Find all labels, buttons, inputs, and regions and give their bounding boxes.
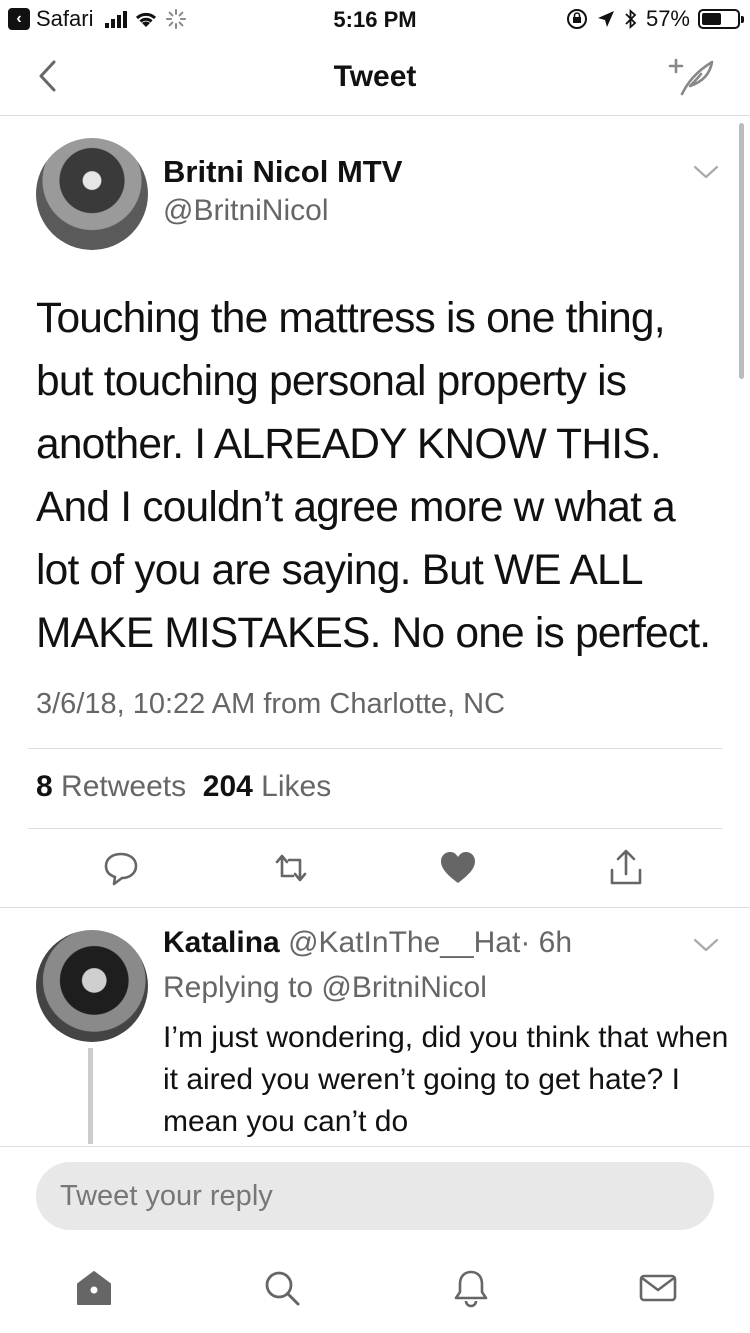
status-bar: ‹ Safari 5:16 PM 57% xyxy=(0,0,750,40)
divider xyxy=(28,748,722,749)
likes-label: Likes xyxy=(261,770,332,803)
battery-percent: 57% xyxy=(645,6,690,31)
section-separator xyxy=(0,907,750,908)
chevron-down-icon[interactable] xyxy=(692,162,720,182)
thread-line xyxy=(88,1048,93,1144)
status-right: 57% xyxy=(566,6,744,32)
retweets-stat[interactable]: 8 Retweets xyxy=(36,770,186,803)
replying-to[interactable]: Replying to @BritniNicol xyxy=(163,971,487,1005)
battery-icon xyxy=(698,9,744,29)
reply-author-handle: @KatInThe__Hat xyxy=(288,926,521,959)
chevron-down-icon[interactable] xyxy=(692,935,720,955)
bluetooth-icon xyxy=(625,8,637,30)
likes-count: 204 xyxy=(202,770,253,803)
likes-stat[interactable]: 204 Likes xyxy=(203,770,331,803)
tweet-text: Touching the mattress is one thing, but … xyxy=(36,295,711,657)
reply-header[interactable]: Katalina @KatInThe__Hat· 6h xyxy=(163,926,572,960)
retweet-icon[interactable] xyxy=(271,848,311,888)
home-icon[interactable] xyxy=(74,1268,114,1308)
avatar[interactable] xyxy=(36,138,148,250)
author-name[interactable]: Britni Nicol MTV xyxy=(163,154,402,190)
location-arrow-icon xyxy=(597,11,614,27)
page-title: Tweet xyxy=(333,60,417,93)
messages-icon[interactable] xyxy=(638,1268,678,1308)
reply-avatar[interactable] xyxy=(36,930,148,1042)
compose-tweet-icon[interactable] xyxy=(668,54,718,100)
search-icon[interactable] xyxy=(262,1268,302,1308)
retweets-label: Retweets xyxy=(61,770,187,803)
reply-text[interactable]: I’m just wondering, did you think that w… xyxy=(163,1017,733,1145)
reply-input[interactable] xyxy=(36,1162,714,1230)
reply-icon[interactable] xyxy=(101,848,141,888)
share-icon[interactable] xyxy=(606,848,646,888)
reply-author-name: Katalina xyxy=(163,926,280,959)
reply-time: · 6h xyxy=(520,926,573,959)
like-icon[interactable] xyxy=(438,848,478,888)
author-handle[interactable]: @BritniNicol xyxy=(163,194,328,228)
tweet-stats: 8 Retweets 204 Likes xyxy=(36,770,331,804)
nav-bar: Tweet xyxy=(0,40,750,116)
scrollbar[interactable] xyxy=(739,123,744,379)
retweets-count: 8 xyxy=(36,770,53,803)
divider xyxy=(28,828,722,829)
battery-fill xyxy=(702,13,722,25)
rotation-lock-icon xyxy=(566,9,587,29)
notifications-icon[interactable] xyxy=(451,1268,491,1308)
tweet-timestamp-location[interactable]: 3/6/18, 10:22 AM from Charlotte, NC xyxy=(36,688,505,721)
